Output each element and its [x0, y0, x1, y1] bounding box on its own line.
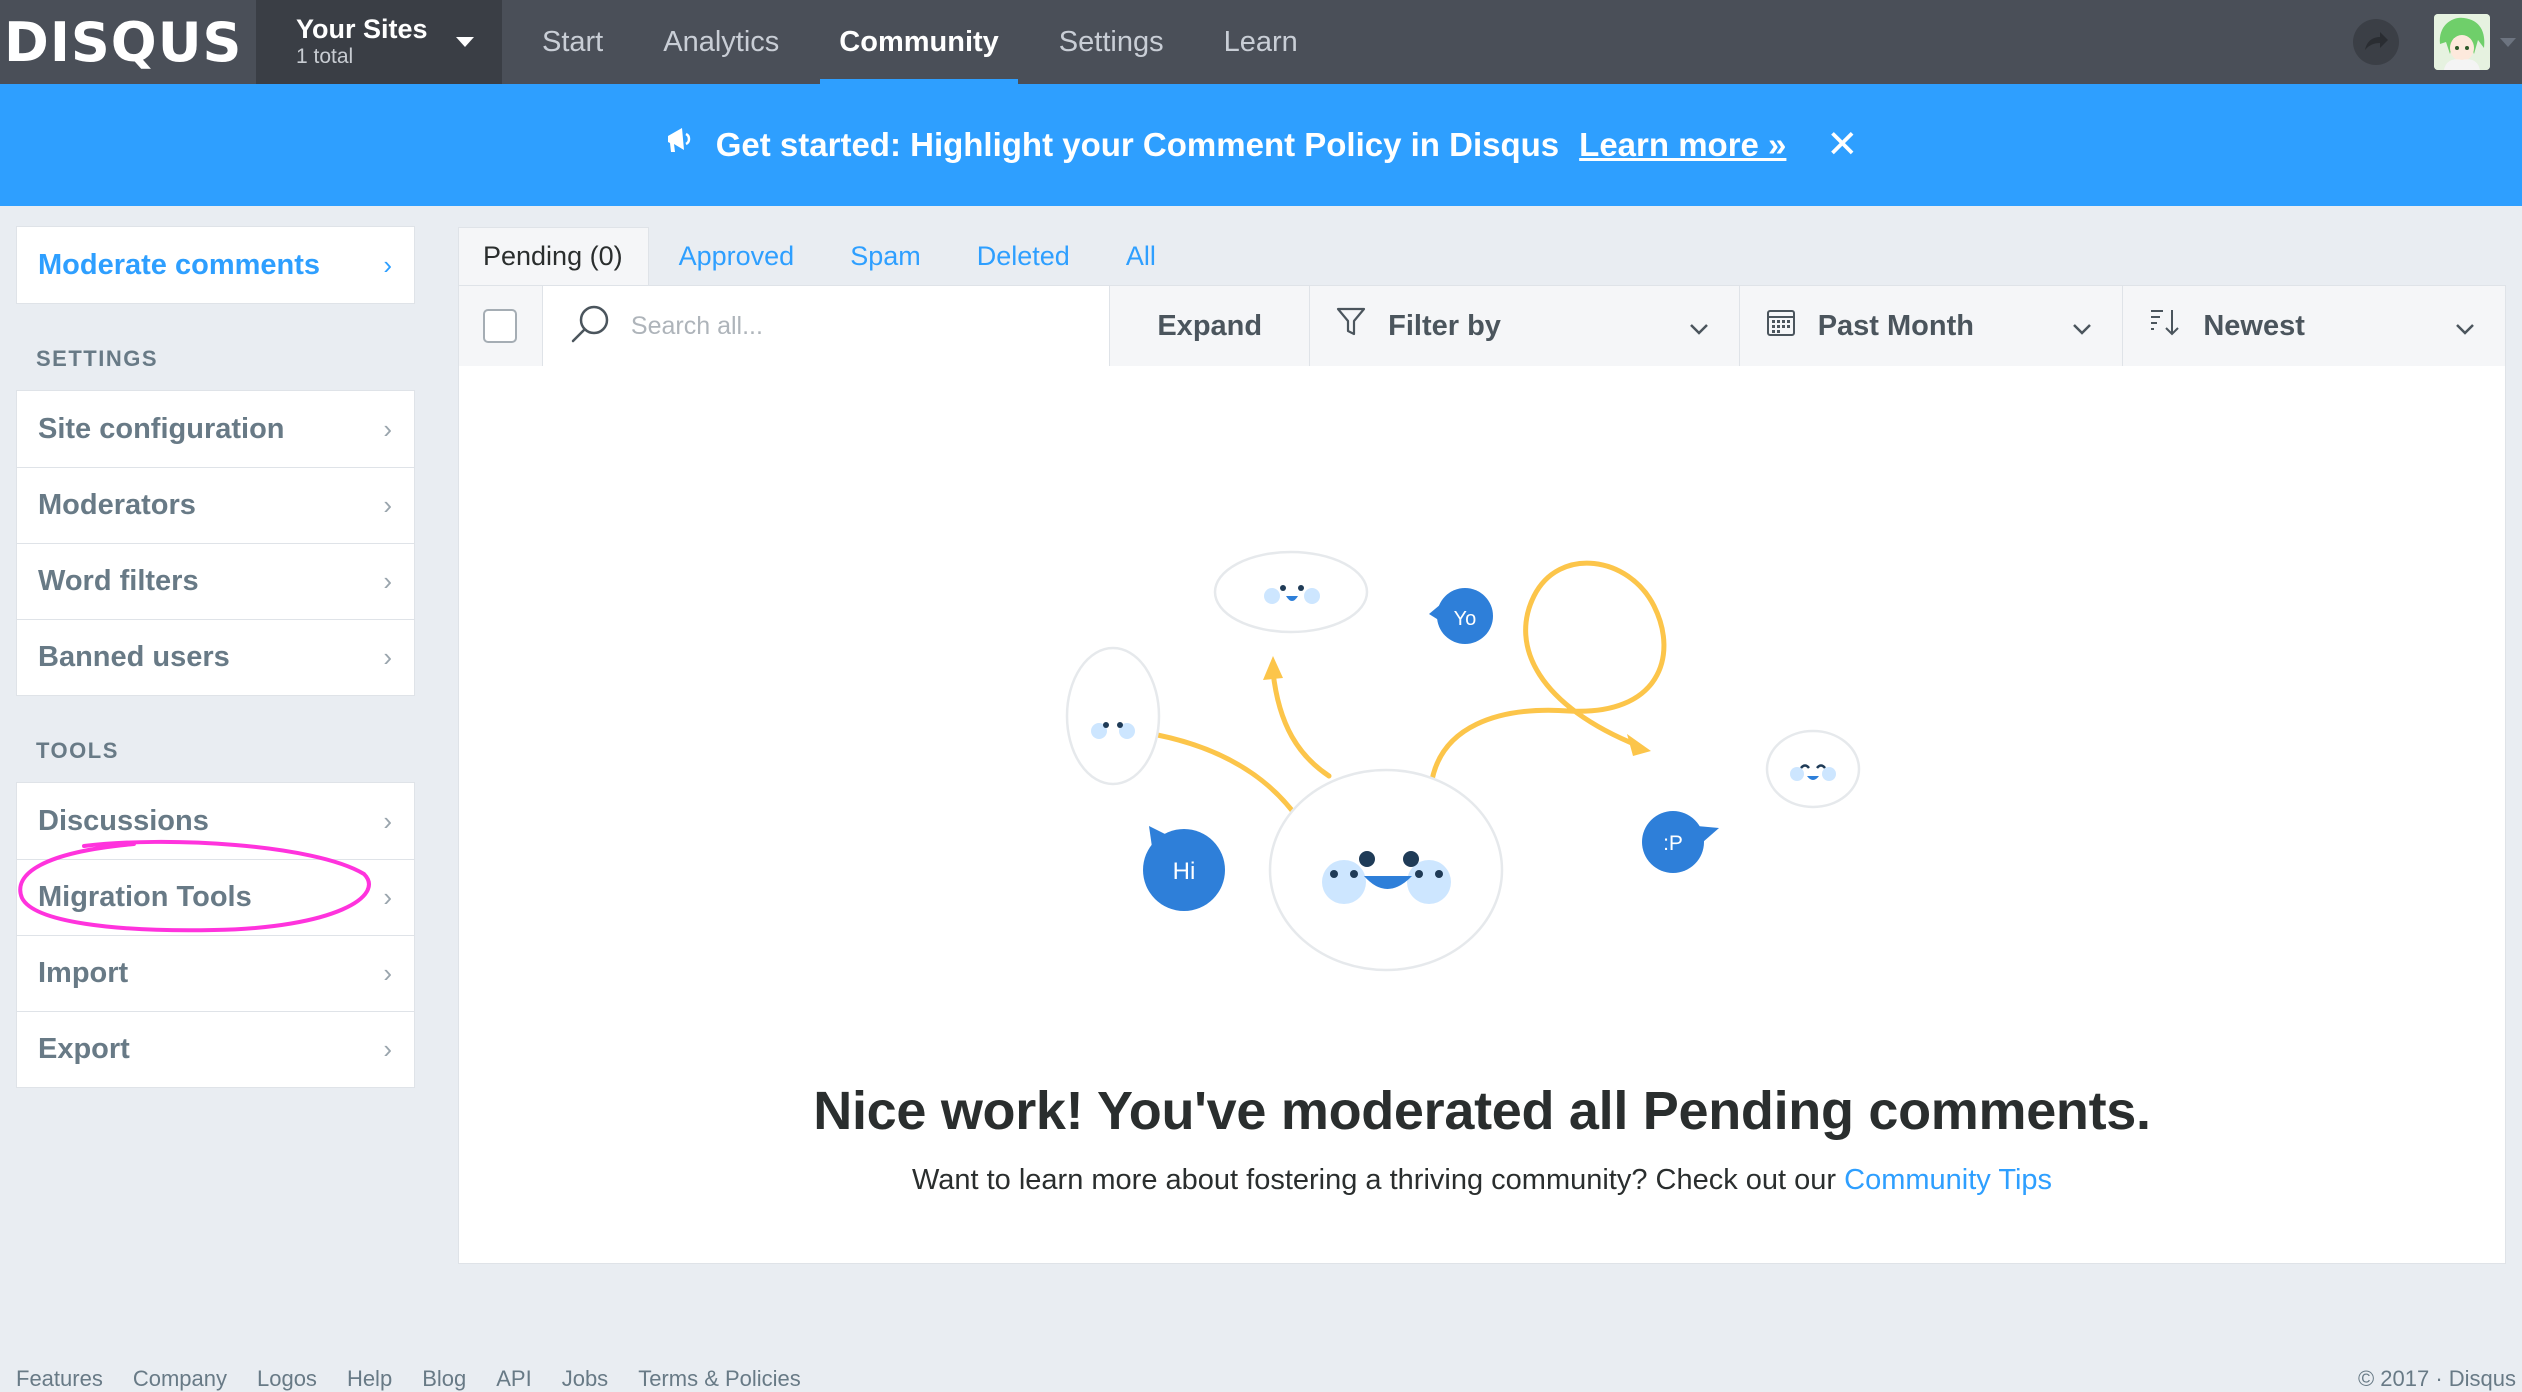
footer-link-help[interactable]: Help	[347, 1366, 392, 1392]
footer-link-logos[interactable]: Logos	[257, 1366, 317, 1392]
nav-user-area	[2353, 0, 2522, 84]
sidebar-heading-settings: SETTINGS	[36, 346, 159, 371]
empty-state-subtitle-text: Want to learn more about fostering a thr…	[911, 1164, 1837, 1196]
chevron-right-icon: ›	[383, 249, 392, 280]
sidebar-primary-box: Moderate comments ›	[16, 226, 415, 304]
bubble-yo: Yo	[1454, 608, 1477, 630]
sort-dropdown[interactable]: Newest	[2123, 286, 2505, 366]
empty-state-illustration: Yo Hi :P	[1065, 550, 1861, 972]
sidebar-item-label: Discussions	[38, 804, 209, 837]
close-icon[interactable]: ✕	[1826, 126, 1858, 164]
sidebar-item-export[interactable]: Export ›	[17, 1011, 414, 1087]
chevron-right-icon: ›	[383, 413, 392, 444]
sort-label: Newest	[2203, 309, 2305, 342]
top-nav: DISQUS Your Sites 1 total Start Analytic…	[0, 0, 2522, 84]
filter-dropdown[interactable]: Filter by	[1310, 286, 1740, 366]
sidebar-item-label: Import	[38, 957, 129, 989]
chevron-down-icon	[1689, 310, 1709, 343]
megaphone-icon	[664, 124, 696, 161]
bubble-p: :P	[1663, 832, 1683, 855]
comments-panel: Yo Hi :P Nice work! You've moderated all…	[458, 366, 2506, 1264]
nav-tab-start[interactable]: Start	[523, 0, 622, 84]
sidebar-item-label: Word filters	[38, 565, 199, 597]
expand-button[interactable]: Expand	[1110, 286, 1311, 366]
footer-link-company[interactable]: Company	[133, 1366, 227, 1392]
chevron-right-icon: ›	[383, 566, 392, 596]
nav-tab-settings[interactable]: Settings	[1040, 0, 1183, 84]
date-range-label: Past Month	[1817, 309, 1974, 342]
chevron-down-icon	[2455, 310, 2475, 343]
empty-state-subtitle: Want to learn more about fostering a thr…	[459, 1164, 2505, 1197]
sort-icon	[2149, 307, 2181, 345]
site-switcher-count: 1 total	[296, 45, 354, 68]
chevron-right-icon: ›	[383, 958, 392, 988]
sidebar-item-label: Moderate comments	[38, 248, 321, 281]
nav-tab-analytics[interactable]: Analytics	[644, 0, 798, 84]
chevron-down-icon	[2072, 310, 2092, 343]
filter-icon	[1336, 306, 1366, 346]
sidebar-item-label: Moderators	[38, 489, 196, 521]
sidebar-item-moderate-comments[interactable]: Moderate comments ›	[17, 227, 414, 303]
banner-learn-more-link[interactable]: Learn more »	[1579, 126, 1786, 164]
sidebar-item-import[interactable]: Import ›	[17, 935, 414, 1011]
sidebar-item-moderators[interactable]: Moderators ›	[17, 467, 414, 543]
nav-tab-community[interactable]: Community	[820, 0, 1018, 84]
tab-deleted[interactable]: Deleted	[949, 227, 1098, 285]
moderation-tabs: Pending (0) Approved Spam Deleted All	[458, 227, 1184, 285]
user-avatar[interactable]	[2434, 14, 2490, 70]
tab-approved[interactable]: Approved	[649, 227, 823, 285]
banner-text: Get started: Highlight your Comment Poli…	[715, 126, 1560, 163]
info-banner: Get started: Highlight your Comment Poli…	[0, 84, 2522, 206]
community-tips-link[interactable]: Community Tips	[1844, 1164, 2052, 1196]
sidebar-item-label: Site configuration	[38, 412, 285, 445]
sidebar-item-label: Export	[38, 1033, 130, 1065]
bubble-hi: Hi	[1173, 858, 1196, 885]
footer-link-api[interactable]: API	[496, 1366, 531, 1392]
search-box	[542, 286, 1111, 366]
tab-all[interactable]: All	[1098, 227, 1184, 285]
sidebar-item-migration-tools[interactable]: Migration Tools ›	[17, 859, 414, 935]
footer-link-terms[interactable]: Terms & Policies	[638, 1366, 801, 1392]
avatar-caret-icon[interactable]	[2500, 37, 2516, 47]
tab-pending[interactable]: Pending (0)	[458, 227, 649, 285]
nav-tab-learn[interactable]: Learn	[1205, 0, 1317, 84]
search-icon	[569, 303, 611, 350]
select-all-cell	[459, 286, 543, 366]
footer-link-jobs[interactable]: Jobs	[562, 1366, 608, 1392]
disqus-logo[interactable]: DISQUS	[0, 0, 256, 84]
footer-links: Features Company Logos Help Blog API Job…	[16, 1366, 801, 1392]
footer-link-features[interactable]: Features	[16, 1366, 103, 1392]
site-switcher-title: Your Sites	[296, 14, 428, 44]
sidebar-item-word-filters[interactable]: Word filters ›	[17, 543, 414, 619]
sidebar-heading-tools: TOOLS	[36, 738, 119, 763]
site-switcher[interactable]: Your Sites 1 total	[256, 0, 502, 84]
tab-spam[interactable]: Spam	[822, 227, 949, 285]
chevron-right-icon: ›	[383, 882, 392, 912]
sidebar-item-label: Migration Tools	[38, 881, 252, 913]
chevron-right-icon: ›	[383, 490, 392, 520]
copyright: © 2017 · Disqus	[2357, 1366, 2516, 1391]
calendar-icon	[1766, 307, 1796, 345]
caret-down-icon	[455, 37, 474, 47]
sidebar-item-discussions[interactable]: Discussions ›	[17, 783, 414, 859]
sidebar-settings-box: Site configuration › Moderators › Word f…	[16, 390, 415, 696]
sidebar-item-label: Banned users	[38, 641, 230, 673]
date-range-dropdown[interactable]: Past Month	[1740, 286, 2124, 366]
sidebar-item-site-configuration[interactable]: Site configuration ›	[17, 391, 414, 467]
chevron-right-icon: ›	[383, 642, 392, 672]
moderation-toolbar: Expand Filter by Past Month Newest	[458, 285, 2506, 367]
notification-icon[interactable]	[2353, 19, 2399, 65]
sidebar-tools-box: Discussions › Migration Tools › Import ›…	[16, 782, 415, 1088]
chevron-right-icon: ›	[383, 1034, 392, 1064]
chevron-right-icon: ›	[383, 805, 392, 836]
sidebar: Moderate comments › SETTINGS Site config…	[16, 226, 415, 1088]
sidebar-item-banned-users[interactable]: Banned users ›	[17, 619, 414, 695]
select-all-checkbox[interactable]	[483, 309, 518, 343]
empty-state-title: Nice work! You've moderated all Pending …	[813, 1081, 2151, 1141]
filter-label: Filter by	[1388, 309, 1501, 342]
main-nav-tabs: Start Analytics Community Settings Learn	[523, 0, 1339, 84]
search-input[interactable]	[630, 311, 1071, 341]
footer-link-blog[interactable]: Blog	[422, 1366, 466, 1392]
